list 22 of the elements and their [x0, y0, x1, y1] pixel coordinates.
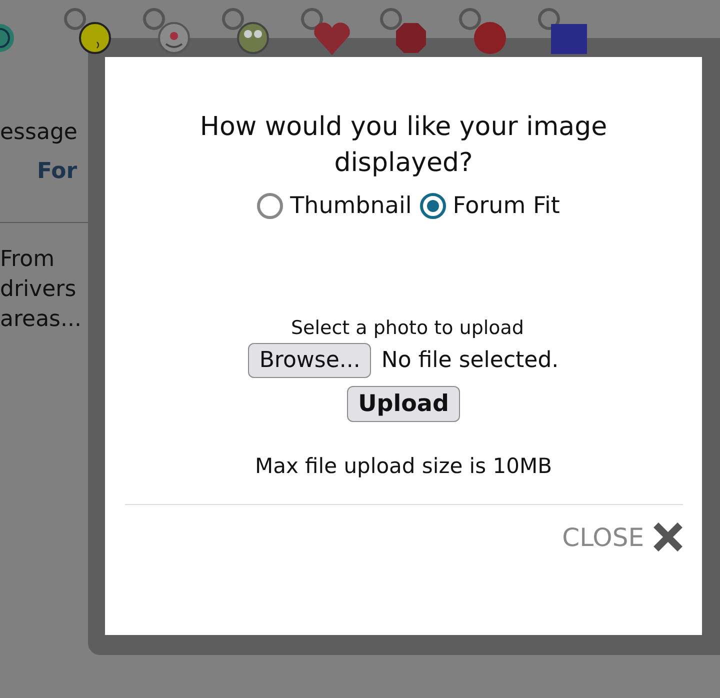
dialog-title: How would you like your image displayed? — [198, 111, 608, 180]
size-note: Max file upload size is 10MB — [254, 454, 552, 478]
message-label: essage — [0, 120, 78, 145]
post-text: drivers — [0, 276, 76, 304]
post-text: From — [0, 246, 55, 274]
radio-button[interactable] — [257, 193, 284, 219]
heart-emoticon-icon — [314, 20, 350, 56]
browse-button[interactable]: Browse... — [248, 343, 372, 378]
close-button[interactable]: CLOSE — [562, 521, 684, 553]
upload-button[interactable]: Upload — [347, 386, 460, 422]
upload-prompt: Select a photo to upload — [290, 317, 524, 339]
post-text: areas... — [0, 306, 82, 334]
format-label: For — [37, 159, 78, 184]
radio-button[interactable] — [420, 193, 446, 219]
file-status: No file selected. — [381, 348, 559, 373]
option-label: Thumbnail — [290, 193, 412, 219]
close-icon — [652, 521, 684, 553]
smiley-emoticon-icon — [77, 20, 113, 56]
display-option[interactable]: Forum Fit — [420, 193, 560, 219]
display-option[interactable]: Thumbnail — [257, 193, 412, 219]
option-label: Forum Fit — [452, 193, 560, 219]
stop-emoticon-icon — [393, 20, 429, 56]
